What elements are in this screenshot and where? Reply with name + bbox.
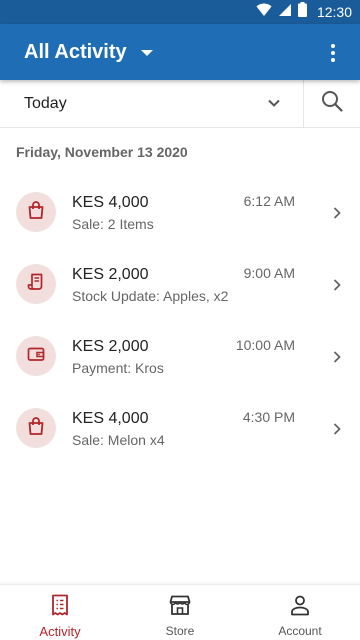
- nav-label: Account: [278, 624, 322, 638]
- activity-avatar: [16, 264, 56, 304]
- activity-time: 10:00 AM: [235, 337, 295, 353]
- status-time: 12:30: [316, 4, 352, 20]
- status-bar: 12:30: [0, 0, 360, 24]
- activity-avatar: [16, 192, 56, 232]
- overflow-dot: [331, 51, 335, 55]
- date-section-header: Friday, November 13 2020: [16, 144, 188, 160]
- date-range-select[interactable]: Today: [0, 79, 304, 128]
- activity-list-item[interactable]: KES 2,000 Payment: Kros 10:00 AM: [0, 320, 360, 392]
- activity-avatar: [16, 408, 56, 448]
- search-button[interactable]: [304, 80, 360, 128]
- wallet-icon: [26, 344, 46, 369]
- activity-description: Payment: Kros: [72, 360, 164, 376]
- activity-description: Stock Update: Apples, x2: [72, 288, 229, 304]
- chevron-right-icon: [332, 278, 342, 297]
- nav-item-store[interactable]: Store: [120, 585, 240, 640]
- nav-label: Activity: [39, 624, 81, 639]
- wifi-icon: [256, 3, 272, 22]
- activity-list-item[interactable]: KES 2,000 Stock Update: Apples, x2 9:00 …: [0, 248, 360, 320]
- account-person-icon: [289, 594, 311, 621]
- activity-list-item[interactable]: KES 4,000 Sale: Melon x4 4:30 PM: [0, 392, 360, 464]
- activity-amount: KES 2,000: [72, 266, 149, 283]
- store-icon: [169, 594, 191, 621]
- activity-description: Sale: 2 Items: [72, 216, 154, 232]
- signal-icon: [278, 3, 292, 22]
- battery-icon: [297, 2, 307, 22]
- chevron-right-icon: [332, 422, 342, 441]
- overflow-dot: [331, 58, 335, 62]
- nav-item-activity[interactable]: Activity: [0, 585, 120, 640]
- activity-description: Sale: Melon x4: [72, 432, 165, 448]
- search-icon: [321, 90, 343, 117]
- shopping-bag-icon: [26, 200, 46, 225]
- chevron-right-icon: [332, 206, 342, 225]
- overflow-dot: [331, 44, 335, 48]
- filter-row: Today: [0, 79, 360, 128]
- activity-time: 4:30 PM: [242, 409, 295, 425]
- date-range-value: Today: [24, 94, 67, 112]
- app-bar: All Activity: [0, 24, 360, 80]
- dropdown-caret-icon[interactable]: [140, 50, 153, 56]
- activity-receipt-icon: [50, 594, 70, 621]
- chevron-down-icon: [267, 96, 281, 115]
- shopping-bag-icon: [26, 416, 46, 441]
- nav-label: Store: [165, 624, 195, 638]
- activity-list-item[interactable]: KES 4,000 Sale: 2 Items 6:12 AM: [0, 176, 360, 248]
- nav-item-account[interactable]: Account: [240, 585, 360, 640]
- activity-amount: KES 4,000: [72, 410, 149, 427]
- bottom-navigation: Activity Store Account: [0, 584, 360, 640]
- receipt-scroll-icon: [26, 272, 46, 297]
- activity-avatar: [16, 336, 56, 376]
- page-title[interactable]: All Activity: [24, 41, 127, 64]
- overflow-menu-button[interactable]: [324, 44, 342, 62]
- chevron-right-icon: [332, 350, 342, 369]
- activity-amount: KES 2,000: [72, 338, 149, 355]
- activity-amount: KES 4,000: [72, 194, 149, 211]
- activity-time: 6:12 AM: [243, 193, 295, 209]
- activity-list: KES 4,000 Sale: 2 Items 6:12 AM KES 2,00…: [0, 176, 360, 464]
- activity-time: 9:00 AM: [243, 265, 295, 281]
